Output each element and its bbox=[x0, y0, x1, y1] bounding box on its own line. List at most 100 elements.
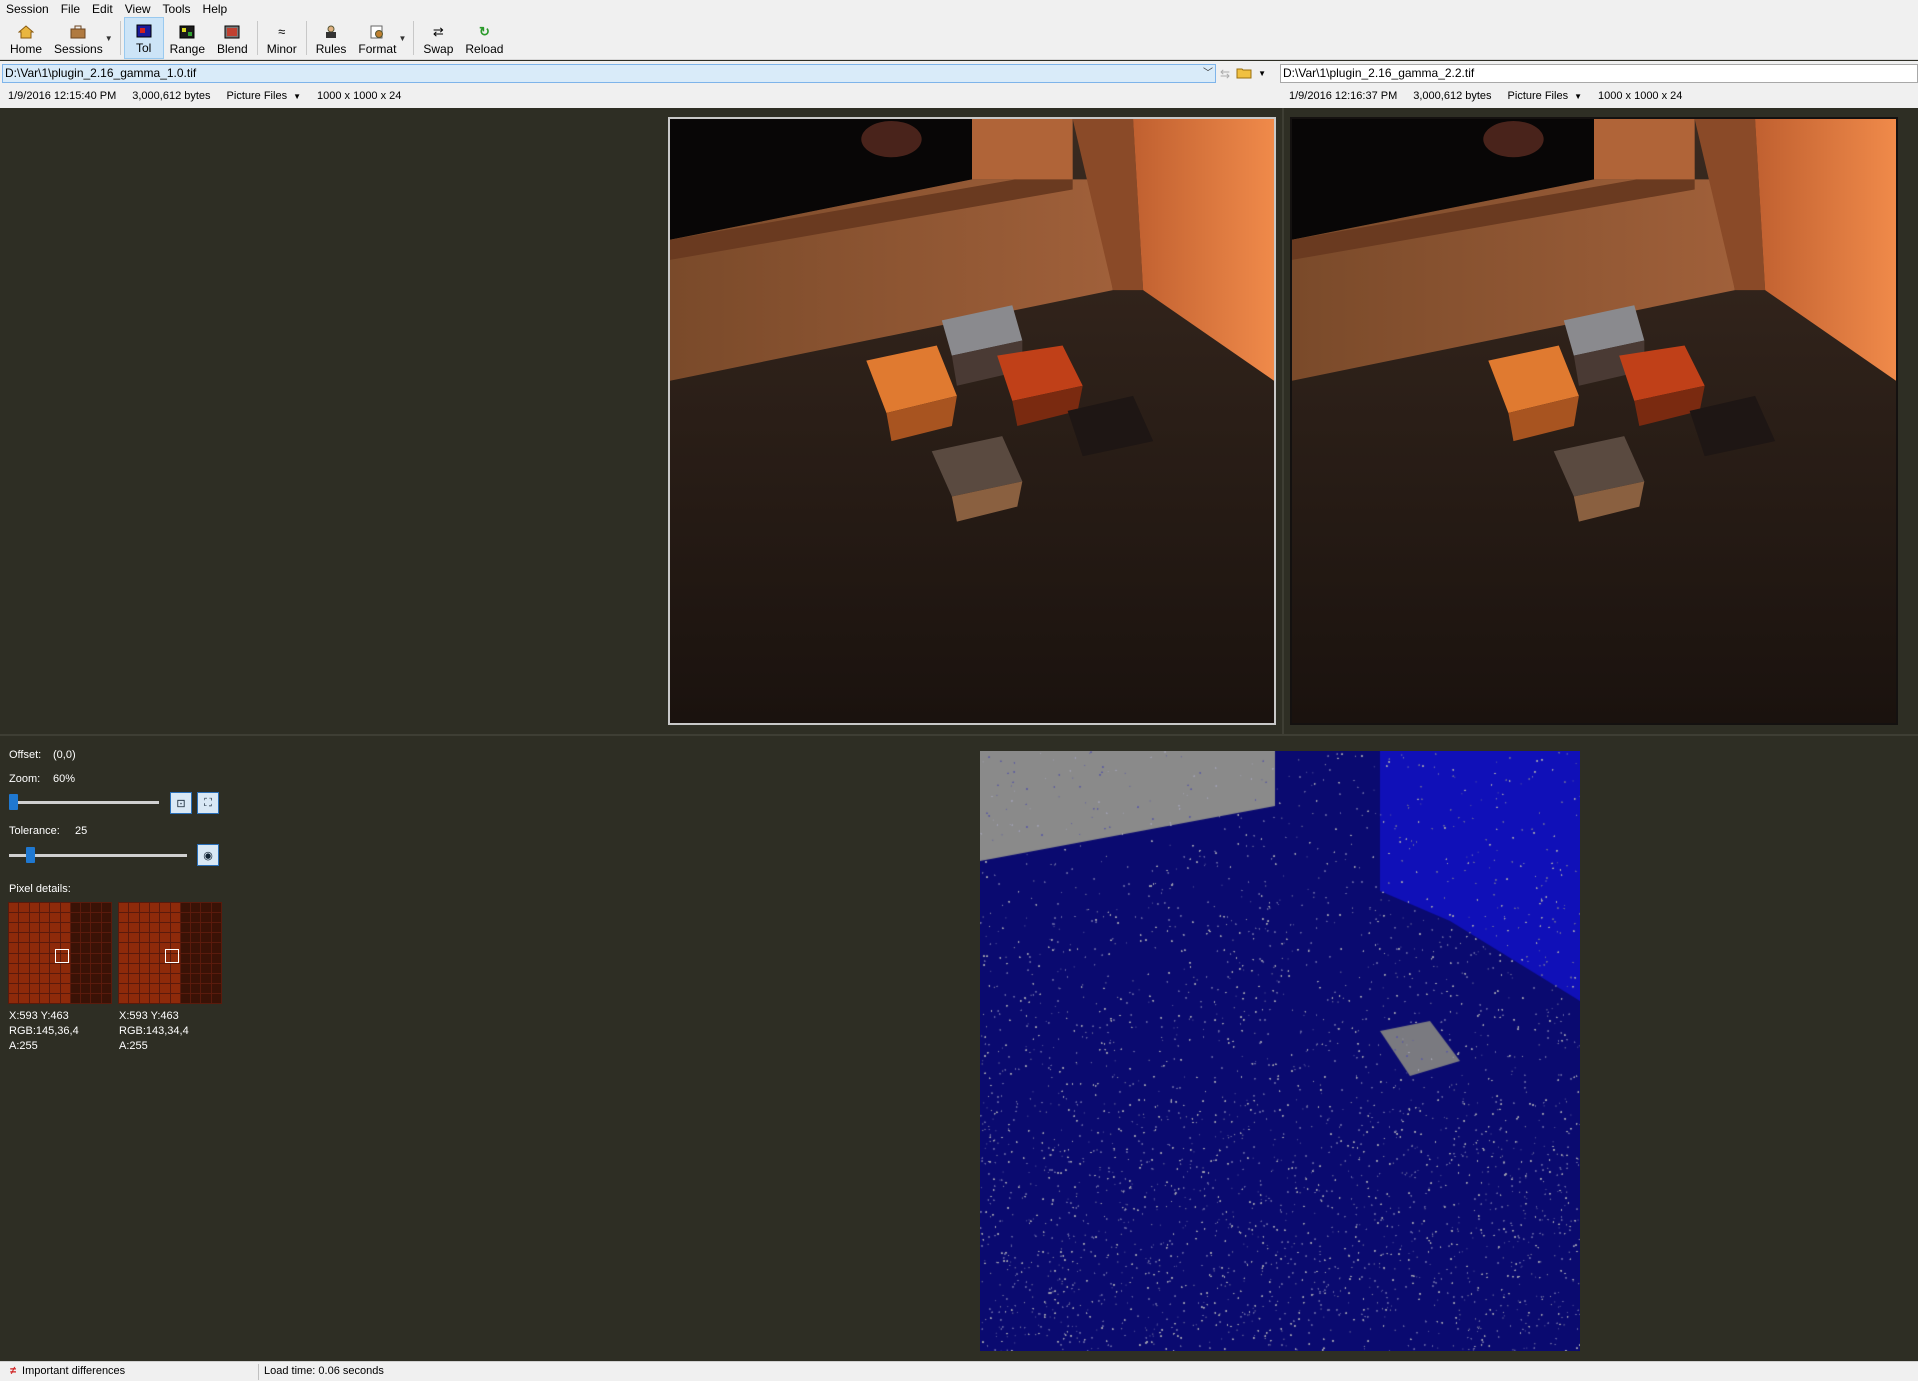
pixel-cell bbox=[70, 913, 81, 923]
pixel-cell bbox=[60, 973, 70, 983]
pixel-cell bbox=[119, 983, 129, 993]
menu-edit[interactable]: Edit bbox=[92, 2, 113, 16]
pixel-cell bbox=[149, 903, 160, 913]
menu-file[interactable]: File bbox=[61, 2, 80, 16]
pixel-cell bbox=[211, 923, 221, 933]
swap-icon: ⇄ bbox=[432, 24, 444, 39]
zoom-slider[interactable] bbox=[9, 801, 159, 804]
pixel-cell bbox=[119, 963, 129, 973]
tolerance-slider[interactable] bbox=[9, 854, 187, 857]
range-button[interactable]: Range bbox=[164, 17, 211, 59]
pixel-cell bbox=[91, 923, 101, 933]
pixel-cell bbox=[60, 923, 70, 933]
left-pixel-xy: X:593 Y:463 bbox=[9, 1010, 69, 1022]
home-button[interactable]: Home bbox=[4, 17, 48, 59]
right-filter-dropdown-icon[interactable]: ▼ bbox=[1574, 92, 1582, 101]
pixel-cell bbox=[170, 963, 180, 973]
pixel-cell bbox=[139, 993, 149, 1003]
pixel-cell bbox=[70, 993, 81, 1003]
pixel-cell bbox=[191, 973, 201, 983]
left-path-dropdown-icon[interactable]: ﹀ bbox=[1203, 65, 1213, 82]
menu-bar: Session File Edit View Tools Help bbox=[0, 0, 1918, 17]
left-filter-dropdown-icon[interactable]: ▼ bbox=[293, 92, 301, 101]
pixel-cell bbox=[139, 933, 149, 943]
pixel-cell bbox=[191, 933, 201, 943]
pixel-cell bbox=[29, 983, 39, 993]
menu-view[interactable]: View bbox=[125, 2, 151, 16]
pixel-cell bbox=[60, 903, 70, 913]
blend-label: Blend bbox=[217, 42, 248, 56]
left-filter[interactable]: Picture Files ▼ bbox=[227, 90, 301, 102]
pixel-cell bbox=[129, 993, 139, 1003]
left-path-input[interactable]: D:\Var\1\plugin_2.16_gamma_1.0.tif ﹀ bbox=[2, 64, 1216, 83]
left-image-view[interactable] bbox=[668, 117, 1276, 725]
left-date: 1/9/2016 12:15:40 PM bbox=[8, 90, 117, 102]
menu-session[interactable]: Session bbox=[6, 2, 49, 16]
format-button[interactable]: Format bbox=[352, 17, 402, 59]
menu-tools[interactable]: Tools bbox=[163, 2, 191, 16]
pixel-cell bbox=[9, 993, 19, 1003]
minor-label: Minor bbox=[266, 42, 297, 56]
actual-size-icon: ⛶ bbox=[204, 796, 212, 809]
left-pixel-selection bbox=[55, 949, 69, 963]
pixel-cell bbox=[201, 923, 211, 933]
pixel-cell bbox=[201, 963, 211, 973]
pane-splitter-vertical[interactable] bbox=[1282, 108, 1284, 734]
tolerance-slider-thumb[interactable] bbox=[25, 847, 35, 863]
format-label: Format bbox=[358, 42, 397, 56]
fit-to-window-button[interactable]: ⊡ bbox=[170, 792, 192, 814]
pixel-cell bbox=[29, 913, 39, 923]
pixel-cell bbox=[201, 983, 211, 993]
pixel-cell bbox=[129, 943, 139, 953]
pixel-cell bbox=[139, 903, 149, 913]
pixel-cell bbox=[129, 953, 139, 963]
pixel-cell bbox=[160, 913, 170, 923]
pixel-cell bbox=[81, 903, 91, 913]
pixel-cell bbox=[50, 973, 60, 983]
tolerance-view-button[interactable]: ◉ bbox=[197, 844, 219, 866]
difference-image[interactable] bbox=[980, 751, 1580, 1351]
pixel-cell bbox=[191, 923, 201, 933]
pixel-cell bbox=[211, 953, 221, 963]
tol-button[interactable]: Tol bbox=[123, 17, 164, 59]
pixel-cell bbox=[39, 993, 50, 1003]
zoom-slider-thumb[interactable] bbox=[9, 794, 18, 810]
rules-button[interactable]: Rules bbox=[310, 17, 353, 59]
minor-button[interactable]: ≈ Minor bbox=[261, 17, 303, 59]
folder-dropdown-icon[interactable]: ▼ bbox=[1258, 69, 1266, 78]
pixel-cell bbox=[201, 993, 211, 1003]
pixel-cell bbox=[170, 913, 180, 923]
open-folder-icon[interactable] bbox=[1236, 66, 1252, 82]
right-filter[interactable]: Picture Files ▼ bbox=[1508, 90, 1582, 102]
pane-splitter-horizontal[interactable] bbox=[0, 734, 1918, 736]
pixel-cell bbox=[211, 933, 221, 943]
actual-size-button[interactable]: ⛶ bbox=[197, 792, 219, 814]
right-dims: 1000 x 1000 x 24 bbox=[1598, 90, 1683, 102]
pixel-cell bbox=[211, 973, 221, 983]
right-file-info: 1/9/2016 12:16:37 PM 3,000,612 bytes Pic… bbox=[1289, 90, 1698, 102]
pixel-cell bbox=[91, 933, 101, 943]
right-image-view[interactable] bbox=[1290, 117, 1898, 725]
pixel-cell bbox=[19, 943, 29, 953]
pixel-cell bbox=[70, 933, 81, 943]
pixel-cell bbox=[81, 913, 91, 923]
not-equal-icon: ≠ bbox=[10, 1365, 17, 1377]
right-path-input[interactable]: D:\Var\1\plugin_2.16_gamma_2.2.tif bbox=[1280, 64, 1918, 83]
pixel-cell bbox=[149, 913, 160, 923]
swap-button[interactable]: ⇄ Swap bbox=[417, 17, 459, 59]
pixel-cell bbox=[19, 993, 29, 1003]
toolbar: Home Sessions ▼ Tol Range Blend ≈ Minor bbox=[0, 17, 1918, 60]
pixel-cell bbox=[81, 943, 91, 953]
blend-button[interactable]: Blend bbox=[211, 17, 254, 59]
left-path-text: D:\Var\1\plugin_2.16_gamma_1.0.tif bbox=[5, 66, 197, 80]
approx-icon: ≈ bbox=[278, 24, 286, 39]
sync-icon[interactable]: ⇆ bbox=[1220, 67, 1230, 81]
menu-help[interactable]: Help bbox=[203, 2, 228, 16]
pixel-cell bbox=[29, 973, 39, 983]
pixel-cell bbox=[170, 973, 180, 983]
pixel-cell bbox=[70, 953, 81, 963]
pixel-cell bbox=[19, 973, 29, 983]
pixel-cell bbox=[29, 943, 39, 953]
reload-button[interactable]: ↻ Reload bbox=[459, 17, 509, 59]
sessions-button[interactable]: Sessions bbox=[48, 17, 109, 59]
